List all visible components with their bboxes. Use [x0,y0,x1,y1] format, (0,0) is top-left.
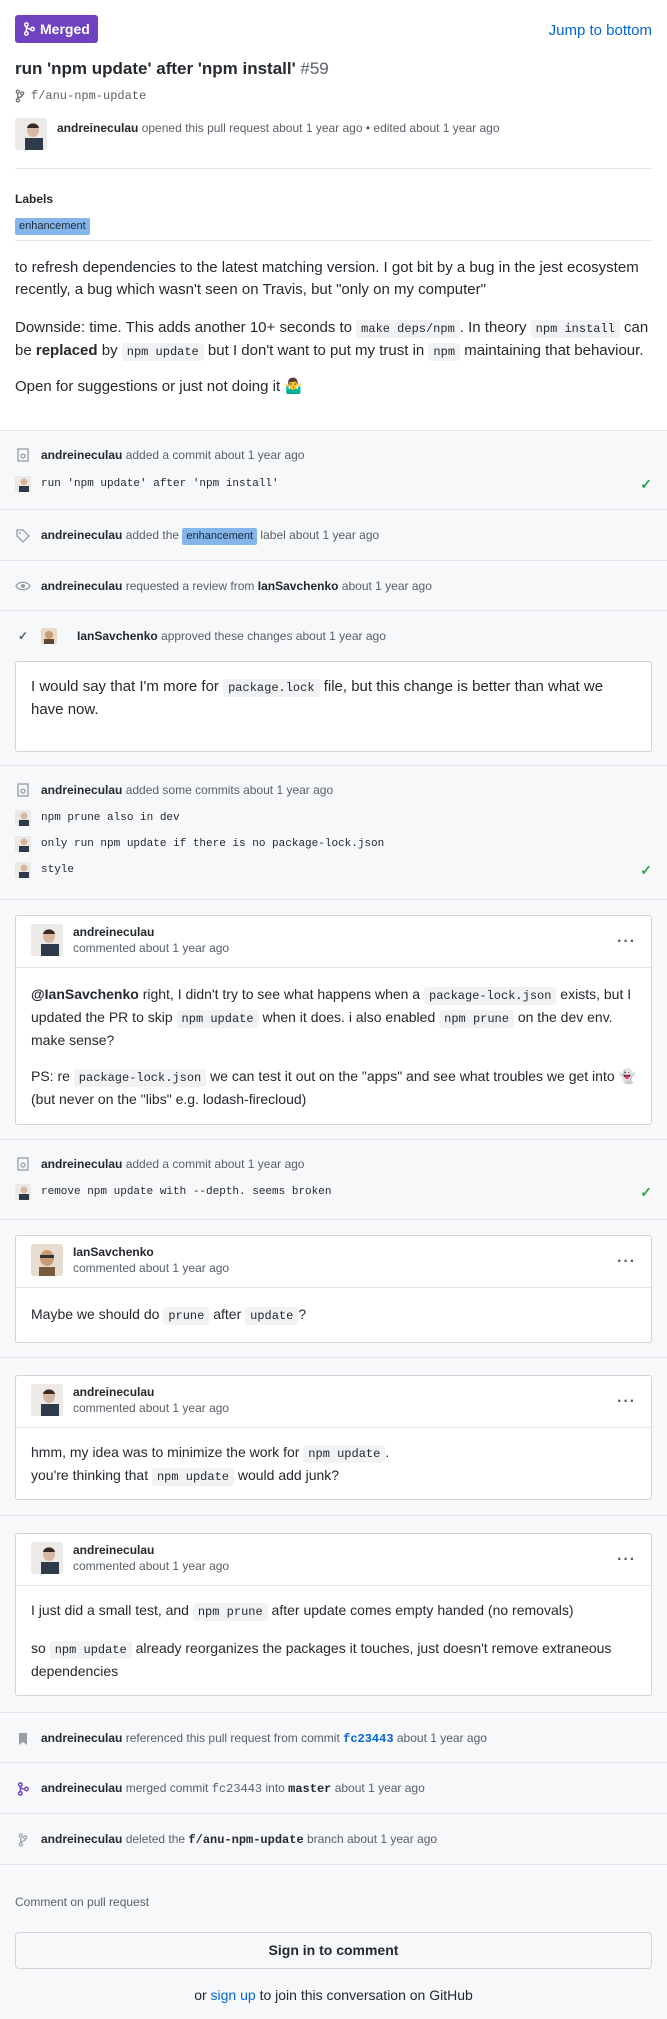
timeline-comment: andreineculau commented about 1 year ago … [0,900,667,1140]
commit-message[interactable]: run 'npm update' after 'npm install' [41,476,279,493]
branch-icon [15,1832,31,1848]
commit-row: style [15,862,74,879]
comment-header: andreineculau commented about 1 year ago … [16,1376,651,1428]
check-icon: ✓ [640,476,652,492]
pr-description-p3: Open for suggestions or just not doing i… [15,378,304,395]
commit-sha-link[interactable]: fc23443 [343,1732,393,1746]
merge-icon [15,1781,31,1797]
comment-box: andreineculau commented about 1 year ago … [15,1375,652,1500]
commit-message[interactable]: npm prune also in dev [41,810,180,827]
avatar[interactable] [15,862,31,879]
comment-box: andreineculau commented about 1 year ago … [15,1533,652,1696]
timeline-comment: IanSavchenko commented about 1 year ago ·… [0,1220,667,1358]
timeline-event-commit: andreineculau added a commit about 1 yea… [0,430,667,510]
signup-text: or sign up to join this conversation on … [194,1987,473,2003]
check-icon: ✓ [640,862,652,878]
timeline-comment: andreineculau commented about 1 year ago … [0,1516,667,1713]
merge-icon [23,22,35,36]
sign-in-button[interactable]: Sign in to comment [15,1932,652,1969]
timeline-event-merge: andreineculau merged commit fc23443 into… [0,1763,667,1814]
comment-heading: Comment on pull request [15,1895,150,1909]
pr-title: run 'npm update' after 'npm install' [15,59,296,78]
comment-body: hmm, my idea was to minimize the work fo… [31,1444,390,1486]
avatar[interactable] [41,628,57,644]
commit-row: remove npm update with --depth. seems br… [15,1184,331,1201]
more-options-icon[interactable]: ··· [617,1548,636,1572]
opener-meta: andreineculau opened this pull request a… [57,121,500,135]
comment-body: Maybe we should do prune after update? [31,1306,307,1325]
check-icon: ✓ [640,1184,652,1200]
shrug-emoji: 🤷‍♂️ [284,378,304,395]
tag-icon [15,528,31,544]
avatar[interactable] [31,1542,63,1574]
avatar[interactable] [31,924,63,956]
review-body: I would say that I'm more for package.lo… [31,678,604,718]
comment-header: andreineculau commented about 1 year ago … [16,916,651,968]
comment-header: andreineculau commented about 1 year ago … [16,1534,651,1586]
ghost-emoji: 👻 [618,1068,636,1084]
pr-opener: andreineculau opened this pull request a… [15,118,500,150]
eye-icon [15,578,31,594]
timeline-event-commits: andreineculau added some commits about 1… [0,766,667,900]
comment-header: IanSavchenko commented about 1 year ago ·… [16,1236,651,1288]
timeline-event-review: ✓ IanSavchenko approved these changes ab… [0,611,667,766]
pr-description-p1: to refresh dependencies to the latest ma… [15,259,639,298]
pr-header: Merged Jump to bottom run 'npm update' a… [0,0,667,200]
commit-row: npm prune also in dev [15,810,180,827]
labels-heading: Labels [15,192,54,206]
timeline-event-reference: andreineculau referenced this pull reque… [0,1713,667,1763]
pr-description-p2: Downside: time. This adds another 10+ se… [15,319,649,361]
commit-icon [15,782,31,798]
avatar[interactable] [15,476,31,493]
avatar[interactable] [31,1244,63,1276]
label-badge[interactable]: enhancement [182,528,258,545]
timeline-comment: andreineculau commented about 1 year ago … [0,1358,667,1516]
avatar[interactable] [15,118,47,150]
avatar[interactable] [15,1184,31,1201]
review-comment: I would say that I'm more for package.lo… [15,661,652,752]
comment-box: andreineculau commented about 1 year ago … [15,915,652,1125]
commit-message[interactable]: remove npm update with --depth. seems br… [41,1184,331,1201]
check-icon: ✓ [17,629,29,643]
comment-box: IanSavchenko commented about 1 year ago ·… [15,1235,652,1343]
opener-user[interactable]: andreineculau [57,121,138,135]
commit-icon [15,447,31,463]
sign-up-link[interactable]: sign up [211,1987,256,2003]
commit-row: run 'npm update' after 'npm install' [15,476,279,493]
more-options-icon[interactable]: ··· [617,1250,636,1274]
comment-body: I just did a small test, and npm prune a… [31,1602,574,1621]
branch-name: f/anu-npm-update [31,89,147,103]
timeline-event-commit: andreineculau added a commit about 1 yea… [0,1140,667,1220]
bookmark-icon [15,1731,31,1747]
label-badge[interactable]: enhancement [15,218,90,235]
avatar[interactable] [31,1384,63,1416]
more-options-icon[interactable]: ··· [617,930,636,954]
comment-body: @IanSavchenko right, I didn't try to see… [31,986,632,1048]
timeline-event-branch-delete: andreineculau deleted the f/anu-npm-upda… [0,1814,667,1865]
pr-number: #59 [300,59,329,78]
commit-message[interactable]: style [41,862,74,879]
branch-icon [15,89,25,103]
comment-body-2: so npm update already reorganizes the pa… [31,1640,612,1679]
avatar[interactable] [15,836,31,853]
avatar[interactable] [15,810,31,827]
divider [15,240,652,241]
commit-message[interactable]: only run npm update if there is no packa… [41,836,384,853]
labels-list: enhancement [15,214,90,235]
divider [15,168,652,169]
jump-to-bottom-link[interactable]: Jump to bottom [549,20,652,43]
page-title: run 'npm update' after 'npm install' #59 [15,56,329,82]
timeline-event-label: andreineculau added the enhancement labe… [0,510,667,561]
state-label: Merged [40,20,90,37]
comment-body-ps: PS: re package-lock.json we can test it … [31,1068,636,1107]
commit-row: only run npm update if there is no packa… [15,836,384,853]
more-options-icon[interactable]: ··· [617,1390,636,1414]
commit-icon [15,1156,31,1172]
timeline-event-review-request: andreineculau requested a review from Ia… [0,561,667,611]
branch-ref: f/anu-npm-update [15,87,146,105]
merged-state-badge: Merged [15,15,98,43]
